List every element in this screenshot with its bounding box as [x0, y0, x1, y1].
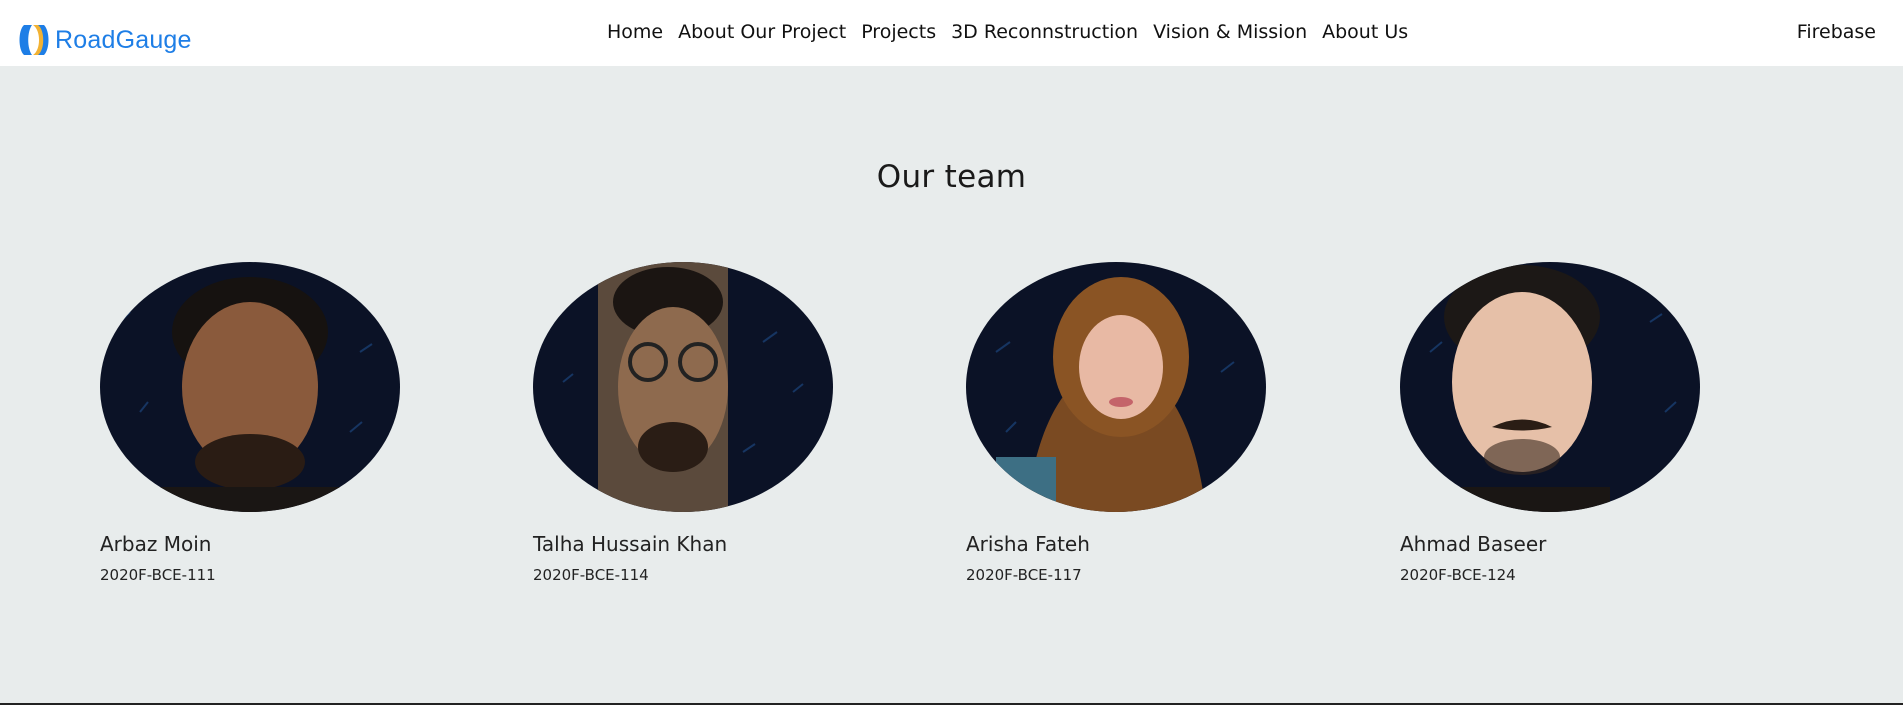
nav-about-us[interactable]: About Us: [1322, 19, 1408, 45]
team-member-card: Arisha Fateh 2020F-BCE-117: [966, 262, 1266, 585]
avatar: [533, 262, 833, 512]
navbar: RoadGauge Home About Our Project Project…: [0, 0, 1903, 66]
team-member-card: Ahmad Baseer 2020F-BCE-124: [1400, 262, 1700, 585]
member-name: Arisha Fateh: [966, 532, 1090, 556]
member-name: Arbaz Moin: [100, 532, 212, 556]
nav-home[interactable]: Home: [607, 19, 663, 45]
nav-projects[interactable]: Projects: [861, 19, 936, 45]
nav-firebase[interactable]: Firebase: [1797, 19, 1876, 45]
member-id: 2020F-BCE-114: [533, 566, 649, 584]
member-name: Ahmad Baseer: [1400, 532, 1547, 556]
section-title: Our team: [876, 159, 1027, 195]
member-id: 2020F-BCE-111: [100, 566, 216, 584]
team-member-card: Arbaz Moin 2020F-BCE-111: [100, 262, 400, 585]
nav-vision-mission[interactable]: Vision & Mission: [1153, 19, 1307, 45]
brand-name: RoadGauge: [55, 25, 192, 54]
nav-3d-reconstruction[interactable]: 3D Reconnstruction: [951, 19, 1138, 45]
member-id: 2020F-BCE-117: [966, 566, 1082, 584]
brand-link[interactable]: RoadGauge: [16, 20, 192, 60]
nav-about-our-project[interactable]: About Our Project: [678, 19, 846, 45]
roadgauge-logo-icon: [16, 22, 52, 58]
member-name: Talha Hussain Khan: [533, 532, 728, 556]
avatar: [1400, 262, 1700, 512]
avatar: [966, 262, 1266, 512]
main-nav: Home About Our Project Projects 3D Recon…: [607, 19, 1423, 45]
team-member-card: Talha Hussain Khan 2020F-BCE-114: [533, 262, 833, 585]
member-id: 2020F-BCE-124: [1400, 566, 1516, 584]
avatar: [100, 262, 400, 512]
